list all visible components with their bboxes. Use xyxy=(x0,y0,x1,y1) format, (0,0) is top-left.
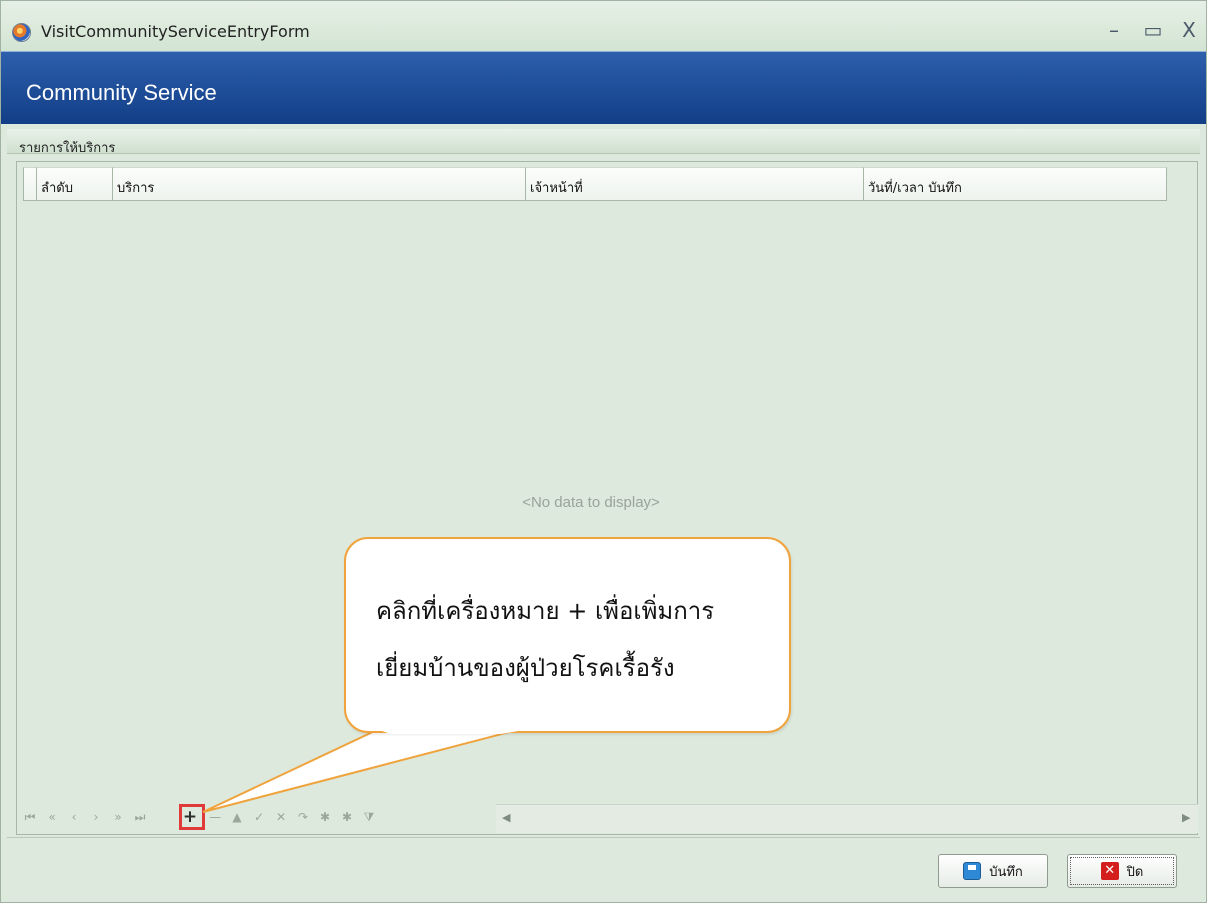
maximize-button[interactable]: ▭ xyxy=(1141,17,1165,43)
app-icon xyxy=(12,23,31,42)
save-bookmark-icon[interactable]: ✱ xyxy=(316,804,334,830)
form-window: VisitCommunityServiceEntryForm – ▭ X Com… xyxy=(0,0,1207,903)
filter-icon[interactable]: ⧩ xyxy=(360,804,378,830)
close-x-icon: ✕ xyxy=(1100,862,1119,880)
close-button[interactable]: ✕ ปิด xyxy=(1067,854,1177,888)
minimize-button[interactable]: – xyxy=(1102,17,1126,43)
delete-record-icon[interactable]: — xyxy=(206,804,224,830)
last-record-icon[interactable]: ⏭ xyxy=(131,804,149,830)
save-button-label: บันทึก xyxy=(989,864,1023,880)
close-window-button[interactable]: X xyxy=(1177,17,1201,43)
save-button[interactable]: บันทึก xyxy=(938,854,1048,888)
column-header-order[interactable]: ลำดับ xyxy=(37,167,113,201)
next-page-icon[interactable]: » xyxy=(109,804,127,830)
floppy-disk-icon xyxy=(963,862,982,880)
callout-line-2: เยี่ยมบ้านของผู้ป่วยโรคเรื้อรัง xyxy=(376,654,675,682)
group-label: รายการให้บริการ xyxy=(19,141,116,156)
scroll-right-icon[interactable]: ▶ xyxy=(1182,811,1190,824)
column-header-datetime[interactable]: วันที่/เวลา บันทึก xyxy=(864,167,1167,201)
close-button-label: ปิด xyxy=(1126,864,1144,880)
cancel-edit-icon[interactable]: ✕ xyxy=(272,804,290,830)
previous-record-icon[interactable]: ‹ xyxy=(65,804,83,830)
first-record-icon[interactable]: ⏮ xyxy=(21,804,39,830)
horizontal-scrollbar[interactable]: ◀ ▶ xyxy=(496,804,1198,833)
refresh-icon[interactable]: ↷ xyxy=(294,804,312,830)
edit-record-icon[interactable]: ▲ xyxy=(228,804,246,830)
post-edit-icon[interactable]: ✓ xyxy=(250,804,268,830)
row-indicator-header xyxy=(23,167,37,201)
window-title: VisitCommunityServiceEntryForm xyxy=(41,22,310,41)
callout-line-1: คลิกที่เครื่องหมาย + เพื่อเพิ่มการ xyxy=(376,597,715,625)
page-title: Community Service xyxy=(26,80,217,105)
next-record-icon[interactable]: › xyxy=(87,804,105,830)
scroll-left-icon[interactable]: ◀ xyxy=(502,811,510,824)
no-data-message: <No data to display> xyxy=(522,494,660,511)
column-header-staff[interactable]: เจ้าหน้าที่ xyxy=(526,167,864,201)
grid-navigator: ⏮ « ‹ › » ⏭ + — ▲ ✓ ✕ ↷ ✱ ✱ ⧩ xyxy=(21,804,421,834)
instruction-callout xyxy=(344,537,791,733)
previous-page-icon[interactable]: « xyxy=(43,804,61,830)
append-highlight-box xyxy=(179,804,205,830)
goto-bookmark-icon[interactable]: ✱ xyxy=(338,804,356,830)
column-header-service[interactable]: บริการ xyxy=(113,167,526,201)
group-bar xyxy=(7,129,1200,154)
